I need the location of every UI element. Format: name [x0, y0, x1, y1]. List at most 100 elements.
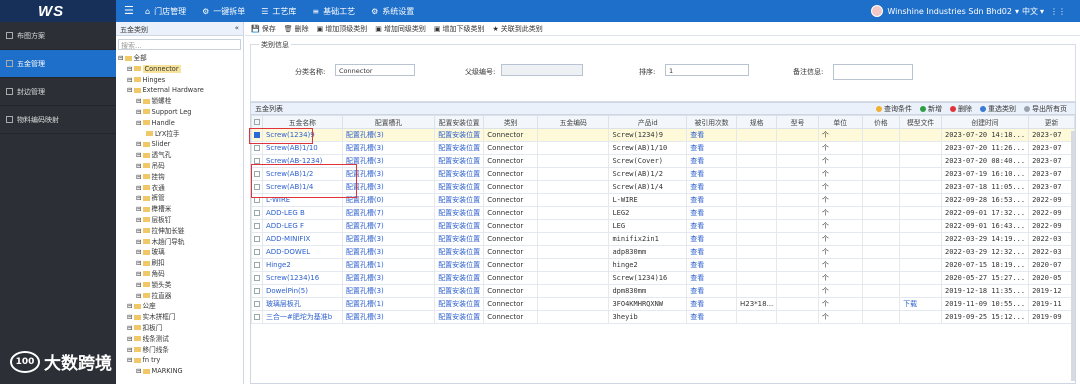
- row-checkbox-cell[interactable]: [251, 310, 263, 324]
- table-cell[interactable]: 配置安装位置: [434, 284, 485, 298]
- table-row[interactable]: ADD-DOWEL 配置孔槽(3) 配置安装位置 Connector adp830mm 查…: [251, 245, 1075, 259]
- menu-toggle-icon[interactable]: ☰: [124, 4, 134, 17]
- tree-toggle-icon[interactable]: ⊟: [136, 238, 142, 246]
- table-row[interactable]: Screw(AB)1/2 配置孔槽(3) 配置安装位置 Connector Screw(…: [251, 167, 1075, 181]
- table-cell[interactable]: ADD-LEG F: [261, 219, 343, 233]
- table-cell[interactable]: 查看: [686, 167, 738, 181]
- language-select[interactable]: 中文: [1022, 6, 1038, 17]
- table-cell[interactable]: ADD-LEG B: [261, 206, 343, 220]
- tree-node[interactable]: ⊟ 刷扣: [118, 258, 243, 269]
- user-area[interactable]: Winshine Industries Sdn Bhd02 ▾ 中文 ▾ ⋮⋮: [871, 0, 1066, 22]
- checkbox[interactable]: [253, 119, 260, 125]
- tree-toggle-icon[interactable]: ⊟: [136, 108, 142, 116]
- tree-toggle-icon[interactable]: ⊟: [136, 270, 142, 278]
- tree-toggle-icon[interactable]: ⊟: [136, 184, 142, 192]
- nav-item[interactable]: ☰ 工艺库: [261, 0, 296, 22]
- row-checkbox-cell[interactable]: [251, 258, 263, 272]
- tree-node[interactable]: ⊟ 全部: [118, 53, 243, 64]
- tree-node[interactable]: ⊟ 角码: [118, 269, 243, 280]
- sidebar-item[interactable]: 封边管理: [0, 78, 116, 106]
- table-cell[interactable]: 查看: [686, 219, 738, 233]
- tree-node[interactable]: ⊟ 实木拼框门: [118, 312, 243, 323]
- tree-toggle-icon[interactable]: ⊟: [118, 54, 124, 62]
- row-checkbox[interactable]: [253, 288, 260, 294]
- tree-node[interactable]: ⊟ 拉直器: [118, 291, 243, 302]
- table-row[interactable]: Screw(1234)16 配置孔槽(3) 配置安装位置 Connector Screw…: [251, 271, 1075, 285]
- chevron-down-icon[interactable]: ▾: [1040, 7, 1044, 16]
- table-cell[interactable]: 配置安装位置: [434, 219, 485, 233]
- tree-toggle-icon[interactable]: ⊟: [127, 65, 133, 73]
- table-row[interactable]: Screw(1234)9 配置孔槽(3) 配置安装位置 Connector Screw(…: [251, 128, 1075, 142]
- tree-toggle-icon[interactable]: ⊟: [136, 173, 142, 181]
- table-row[interactable]: 三合一#肥坨为基准b 配置孔槽(3) 配置安装位置 Connector 3heyib 查看…: [251, 310, 1075, 324]
- table-cell[interactable]: 配置安装位置: [434, 128, 485, 142]
- table-cell[interactable]: 配置孔槽(7): [341, 219, 436, 233]
- tree-toggle-icon[interactable]: ⊟: [136, 140, 142, 148]
- table-cell[interactable]: 配置安装位置: [434, 310, 485, 324]
- nav-item[interactable]: ≡ 基础工艺: [312, 0, 355, 22]
- sidebar-item[interactable]: 物料编码映射: [0, 106, 116, 134]
- table-cell[interactable]: 配置孔槽(7): [341, 206, 436, 220]
- tree-node[interactable]: ⊟ 透气孔: [118, 150, 243, 161]
- grid-tool-button[interactable]: 导出所有页: [1024, 104, 1067, 114]
- table-cell[interactable]: 查看: [686, 180, 738, 194]
- table-cell[interactable]: 查看: [686, 245, 738, 259]
- remark-field[interactable]: [833, 64, 913, 80]
- table-cell[interactable]: 玻璃层板孔: [261, 297, 343, 311]
- grid-menu-icon[interactable]: ⋮⋮: [1050, 7, 1066, 16]
- tree-toggle-icon[interactable]: ⊟: [136, 292, 142, 300]
- table-cell[interactable]: Hinge2: [261, 258, 343, 272]
- row-checkbox[interactable]: [253, 223, 260, 229]
- tree-toggle-icon[interactable]: ⊟: [136, 162, 142, 170]
- table-cell[interactable]: 查看: [686, 141, 738, 155]
- table-cell[interactable]: 三合一#肥坨为基准b: [261, 310, 343, 324]
- table-cell[interactable]: 配置安装位置: [434, 271, 485, 285]
- table-row[interactable]: ADD-LEG B 配置孔槽(7) 配置安装位置 Connector LEG2 查看 个 20…: [251, 206, 1075, 220]
- tree-toggle-icon[interactable]: ⊟: [136, 248, 142, 256]
- sidebar-item[interactable]: 布图方案: [0, 22, 116, 50]
- row-checkbox-cell[interactable]: [251, 219, 263, 233]
- table-cell[interactable]: 配置孔槽(1): [341, 297, 436, 311]
- tree-toggle-icon[interactable]: ⊟: [127, 86, 133, 94]
- row-checkbox-cell[interactable]: [251, 232, 263, 246]
- tree-node[interactable]: ⊟ 锁螺栓: [118, 96, 243, 107]
- table-cell[interactable]: 配置孔槽(3): [341, 245, 436, 259]
- row-checkbox[interactable]: [253, 145, 260, 151]
- toolbar-button[interactable]: ▣ 增加顶级类别: [317, 24, 368, 34]
- tree-toggle-icon[interactable]: ⊟: [127, 76, 133, 84]
- tree-node[interactable]: LYX拉手: [118, 129, 243, 140]
- table-cell[interactable]: 配置孔槽(3): [341, 284, 436, 298]
- grid-tool-button[interactable]: 查询条件: [876, 104, 912, 114]
- row-checkbox[interactable]: [253, 210, 260, 216]
- tree-toggle-icon[interactable]: ⊟: [136, 151, 142, 159]
- nav-item[interactable]: ⚙ 系统设置: [371, 0, 414, 22]
- table-cell[interactable]: 查看: [686, 310, 738, 324]
- tree-toggle-icon[interactable]: ⊟: [127, 346, 133, 354]
- table-cell[interactable]: 配置安装位置: [434, 193, 485, 207]
- table-cell[interactable]: 配置孔槽(3): [341, 310, 436, 324]
- tree-node[interactable]: ⊟ 拉伸加长链: [118, 226, 243, 237]
- table-cell[interactable]: 配置孔槽(1): [341, 258, 436, 272]
- tree-node[interactable]: ⊟ fn try: [118, 355, 243, 366]
- category-name-field[interactable]: Connector: [335, 64, 415, 76]
- tree-node[interactable]: ⊟ 木趟门导轨: [118, 237, 243, 248]
- table-row[interactable]: Hinge2 配置孔槽(1) 配置安装位置 Connector hinge2 查看 个 202…: [251, 258, 1075, 272]
- tree-toggle-icon[interactable]: ⊟: [127, 302, 133, 310]
- select-all-checkbox[interactable]: [251, 115, 263, 129]
- tree-node[interactable]: ⊟ MARKING: [118, 366, 243, 377]
- toolbar-button[interactable]: ▣ 增加下级类别: [434, 24, 485, 34]
- table-cell[interactable]: 配置安装位置: [434, 258, 485, 272]
- tree-toggle-icon[interactable]: ⊟: [127, 335, 133, 343]
- table-cell[interactable]: 查看: [686, 271, 738, 285]
- tree-node[interactable]: ⊟ 裤管: [118, 193, 243, 204]
- row-checkbox-cell[interactable]: [251, 297, 263, 311]
- table-cell[interactable]: 查看: [686, 284, 738, 298]
- tree-node[interactable]: ⊟ 移门线条: [118, 345, 243, 356]
- table-row[interactable]: 玻璃层板孔 配置孔槽(1) 配置安装位置 Connector 3FO4KMHRQXNW 查…: [251, 297, 1075, 311]
- table-cell[interactable]: 配置安装位置: [434, 167, 485, 181]
- tree-node[interactable]: ⊟ Hinges: [118, 75, 243, 86]
- table-cell[interactable]: 查看: [686, 193, 738, 207]
- table-cell[interactable]: 配置孔槽(3): [341, 128, 436, 142]
- row-checkbox[interactable]: [253, 275, 260, 281]
- row-checkbox-cell[interactable]: [251, 271, 263, 285]
